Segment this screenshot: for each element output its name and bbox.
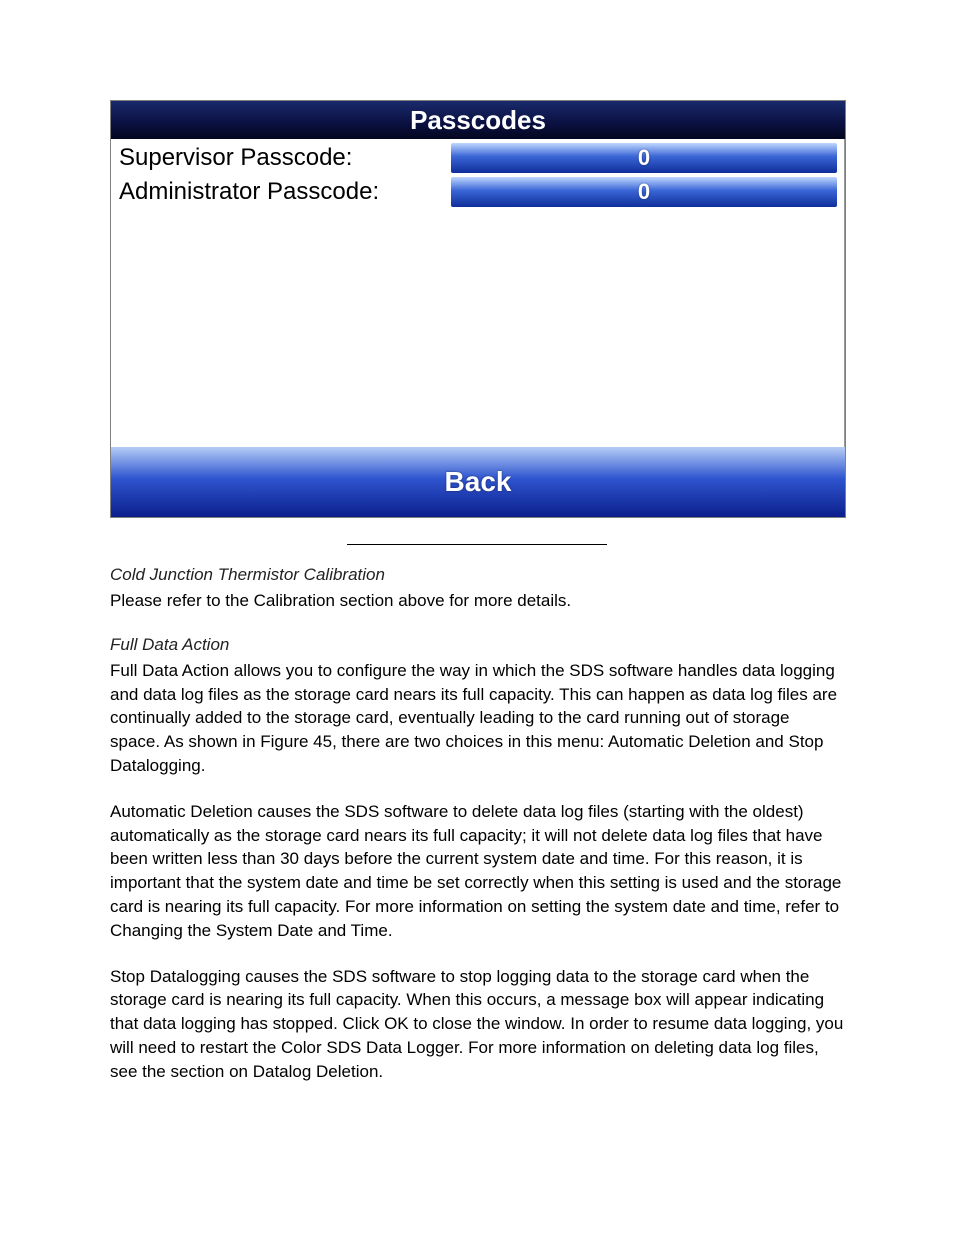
- supervisor-passcode-label: Supervisor Passcode:: [117, 144, 451, 172]
- administrator-passcode-row: Administrator Passcode: 0: [117, 177, 839, 207]
- full-data-action-p2: Automatic Deletion causes the SDS softwa…: [110, 800, 844, 943]
- full-data-action-p3: Stop Datalogging causes the SDS software…: [110, 965, 844, 1084]
- panel-title: Passcodes: [111, 101, 845, 139]
- full-data-action-heading: Full Data Action: [110, 635, 844, 655]
- full-data-action-p1: Full Data Action allows you to configure…: [110, 659, 844, 778]
- divider: [347, 544, 607, 545]
- cold-junction-text: Please refer to the Calibration section …: [110, 589, 844, 613]
- supervisor-passcode-value[interactable]: 0: [451, 143, 837, 173]
- supervisor-passcode-row: Supervisor Passcode: 0: [117, 143, 839, 173]
- cold-junction-heading: Cold Junction Thermistor Calibration: [110, 565, 844, 585]
- administrator-passcode-label: Administrator Passcode:: [117, 178, 451, 206]
- back-button[interactable]: Back: [111, 447, 845, 517]
- passcodes-panel: Passcodes Supervisor Passcode: 0 Adminis…: [110, 100, 846, 518]
- administrator-passcode-value[interactable]: 0: [451, 177, 837, 207]
- panel-body: Supervisor Passcode: 0 Administrator Pas…: [111, 139, 845, 447]
